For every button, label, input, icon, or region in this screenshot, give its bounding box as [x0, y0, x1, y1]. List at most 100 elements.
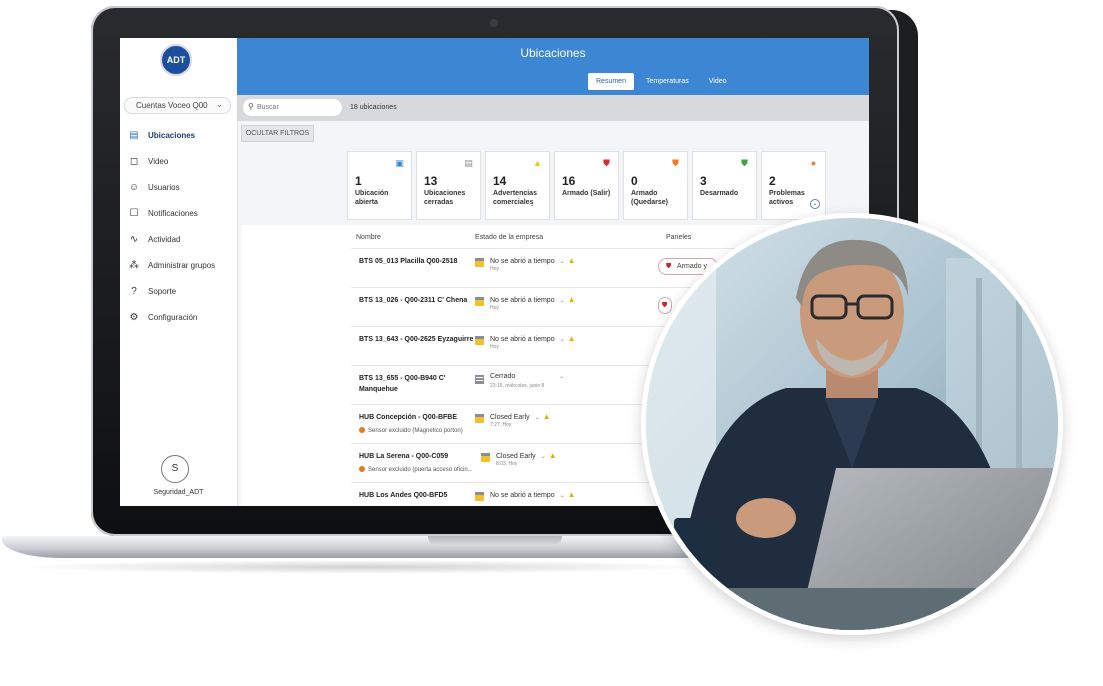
summary-card-disarmed[interactable]: ⛊ 3 Desarmado: [692, 151, 757, 220]
summary-card-open[interactable]: ▣ 1 Ubicación abierta: [347, 151, 412, 220]
status-text: No se abrió a tiempo ⌄ ▲: [490, 256, 576, 265]
camera-icon: ◻: [129, 156, 139, 167]
summary-card-armed-away[interactable]: ⛊ 16 Armado (Salir): [554, 151, 619, 220]
warning-icon: ▲: [567, 256, 576, 265]
chevron-down-icon[interactable]: ⌄: [535, 415, 540, 421]
location-name[interactable]: HUB Los Andes Q00-BFD5: [359, 490, 474, 501]
sidebar-item-label: Usuarios: [148, 183, 180, 192]
sidebar-item-label: Notificaciones: [148, 209, 198, 218]
store-status-icon: [475, 414, 484, 423]
summary-card-closed[interactable]: ▤ 13 Ubicaciones cerradas: [416, 151, 481, 220]
sidebar-item-actividad[interactable]: ∿ Actividad: [120, 231, 237, 253]
card-count: 16: [562, 174, 576, 188]
card-label: Ubicación abierta: [355, 190, 389, 206]
status-label: No se abrió a tiempo: [490, 297, 555, 304]
location-name[interactable]: BTS 13_643 - Q00-2625 Eyzaguirre: [359, 334, 474, 345]
groups-icon: ⁂: [129, 260, 139, 271]
chevron-down-icon[interactable]: ⌄: [559, 374, 564, 380]
sidebar-item-notificaciones[interactable]: ☐ Notificaciones: [120, 205, 237, 227]
account-selector[interactable]: Cuentas Voceo Q00 ⌄: [124, 97, 231, 114]
status-time: Hoy: [490, 266, 499, 272]
alert-icon: [359, 427, 365, 433]
sidebar-item-video[interactable]: ◻ Video: [120, 153, 237, 175]
location-name[interactable]: BTS 13_026 - Q00-2311 C' Chena: [359, 295, 474, 306]
chevron-down-icon: ⌄: [215, 99, 223, 109]
summary-card-warnings[interactable]: ▲ 14 Advertencias comerciales ⌄: [485, 151, 550, 220]
search-bar: ⚲ 18 ubicaciones: [237, 95, 869, 121]
tab-resumen[interactable]: Resumen: [588, 73, 634, 90]
warning-icon: ▲: [567, 295, 576, 304]
sidebar-item-administrar-grupos[interactable]: ⁂ Administrar grupos: [120, 257, 237, 279]
location-name[interactable]: HUB La Serena - Q00-C059: [359, 451, 474, 462]
sidebar-item-soporte[interactable]: ? Soporte: [120, 283, 237, 305]
store-closed-icon: [475, 375, 484, 384]
sensor-warning-text: Sensor excluido (Magnetico porton): [368, 428, 463, 434]
summary-card-problems[interactable]: ● 2 Problemas activos ⌄: [761, 151, 826, 220]
store-status-icon: [475, 297, 484, 306]
shield-disarmed-icon: ⛊: [741, 158, 748, 168]
tab-temperaturas[interactable]: Temperaturas: [638, 73, 697, 90]
chevron-down-icon[interactable]: ⌄: [560, 259, 565, 265]
chevron-down-icon[interactable]: ⌄: [541, 454, 546, 460]
warning-icon: ▲: [548, 451, 557, 460]
status-label: No se abrió a tiempo: [490, 492, 555, 499]
store-status-icon: [475, 336, 484, 345]
activity-icon: ∿: [129, 234, 139, 245]
card-label: Advertencias comerciales: [493, 190, 537, 206]
panel-label: Armado y: [677, 263, 707, 270]
logo-text: ADT: [166, 55, 186, 65]
chevron-down-icon[interactable]: ⌄: [810, 199, 820, 209]
status-time: Hoy: [490, 305, 499, 311]
shield-armed-away-icon: ⛊: [603, 158, 610, 168]
chevron-down-icon[interactable]: ⌄: [560, 298, 565, 304]
tab-video[interactable]: Video: [701, 73, 735, 90]
shield-armed-stay-icon: ⛊: [672, 158, 679, 168]
hide-filters-button[interactable]: OCULTAR FILTROS: [241, 125, 314, 142]
webcam: [490, 19, 498, 27]
laptop-shadow: [12, 560, 712, 574]
card-count: 0: [631, 174, 638, 188]
card-label: Armado (Salir): [562, 190, 611, 197]
chevron-down-icon[interactable]: ⌄: [527, 201, 537, 211]
store-icon: ▤: [129, 130, 139, 141]
businessman-illustration: [646, 218, 1058, 630]
column-header-name[interactable]: Nombre: [356, 234, 381, 241]
chevron-down-icon[interactable]: ⌄: [560, 337, 565, 343]
laptop-base-notch: [428, 536, 562, 546]
warning-icon: ▲: [567, 334, 576, 343]
search-input[interactable]: [243, 99, 342, 116]
location-name[interactable]: BTS 13_655 - Q00-B940 C' Manquehue: [359, 373, 474, 395]
sidebar-item-label: Configuración: [148, 313, 198, 322]
warning-icon: ▲: [567, 490, 576, 499]
card-label: Ubicaciones cerradas: [424, 190, 466, 206]
warning-icon: ▲: [533, 158, 542, 168]
status-time: 7:27, Hoy: [490, 422, 512, 428]
location-name[interactable]: BTS 05_013 Placilla Q00-2518: [359, 256, 474, 267]
column-header-status[interactable]: Estado de la empresa: [475, 234, 543, 241]
store-closed-icon: ▤: [464, 158, 473, 168]
status-time: 8:03, Hoy: [496, 461, 518, 467]
search-icon: ⚲: [248, 102, 254, 111]
sidebar-item-usuarios[interactable]: ☺ Usuarios: [120, 179, 237, 201]
chevron-down-icon[interactable]: ⌄: [560, 493, 565, 499]
page-title: Ubicaciones: [520, 46, 586, 60]
sidebar-item-label: Actividad: [148, 235, 181, 244]
avatar[interactable]: S: [161, 455, 189, 483]
card-label: Armado (Quedarse): [631, 190, 668, 206]
sidebar-item-label: Video: [148, 157, 169, 166]
adt-logo[interactable]: ADT: [160, 44, 192, 76]
column-header-panels[interactable]: Paneles: [666, 234, 691, 241]
status-label: No se abrió a tiempo: [490, 336, 555, 343]
account-label: Cuentas Voceo Q00: [136, 101, 208, 110]
summary-card-armed-stay[interactable]: ⛊ 0 Armado (Quedarse): [623, 151, 688, 220]
location-name[interactable]: HUB Concepción - Q00-BFBE: [359, 412, 474, 423]
sidebar-item-ubicaciones[interactable]: ▤ Ubicaciones: [120, 127, 237, 149]
status-label: Closed Early: [496, 453, 536, 460]
store-status-icon: [481, 453, 490, 462]
status-text: No se abrió a tiempo ⌄ ▲: [490, 295, 576, 304]
results-count: 18 ubicaciones: [350, 104, 397, 111]
card-count: 1: [355, 174, 362, 188]
status-label: Closed Early: [490, 414, 530, 421]
panel-status-badge[interactable]: ⛊: [658, 297, 672, 314]
sidebar-item-configuracion[interactable]: ⚙ Configuración: [120, 309, 237, 331]
